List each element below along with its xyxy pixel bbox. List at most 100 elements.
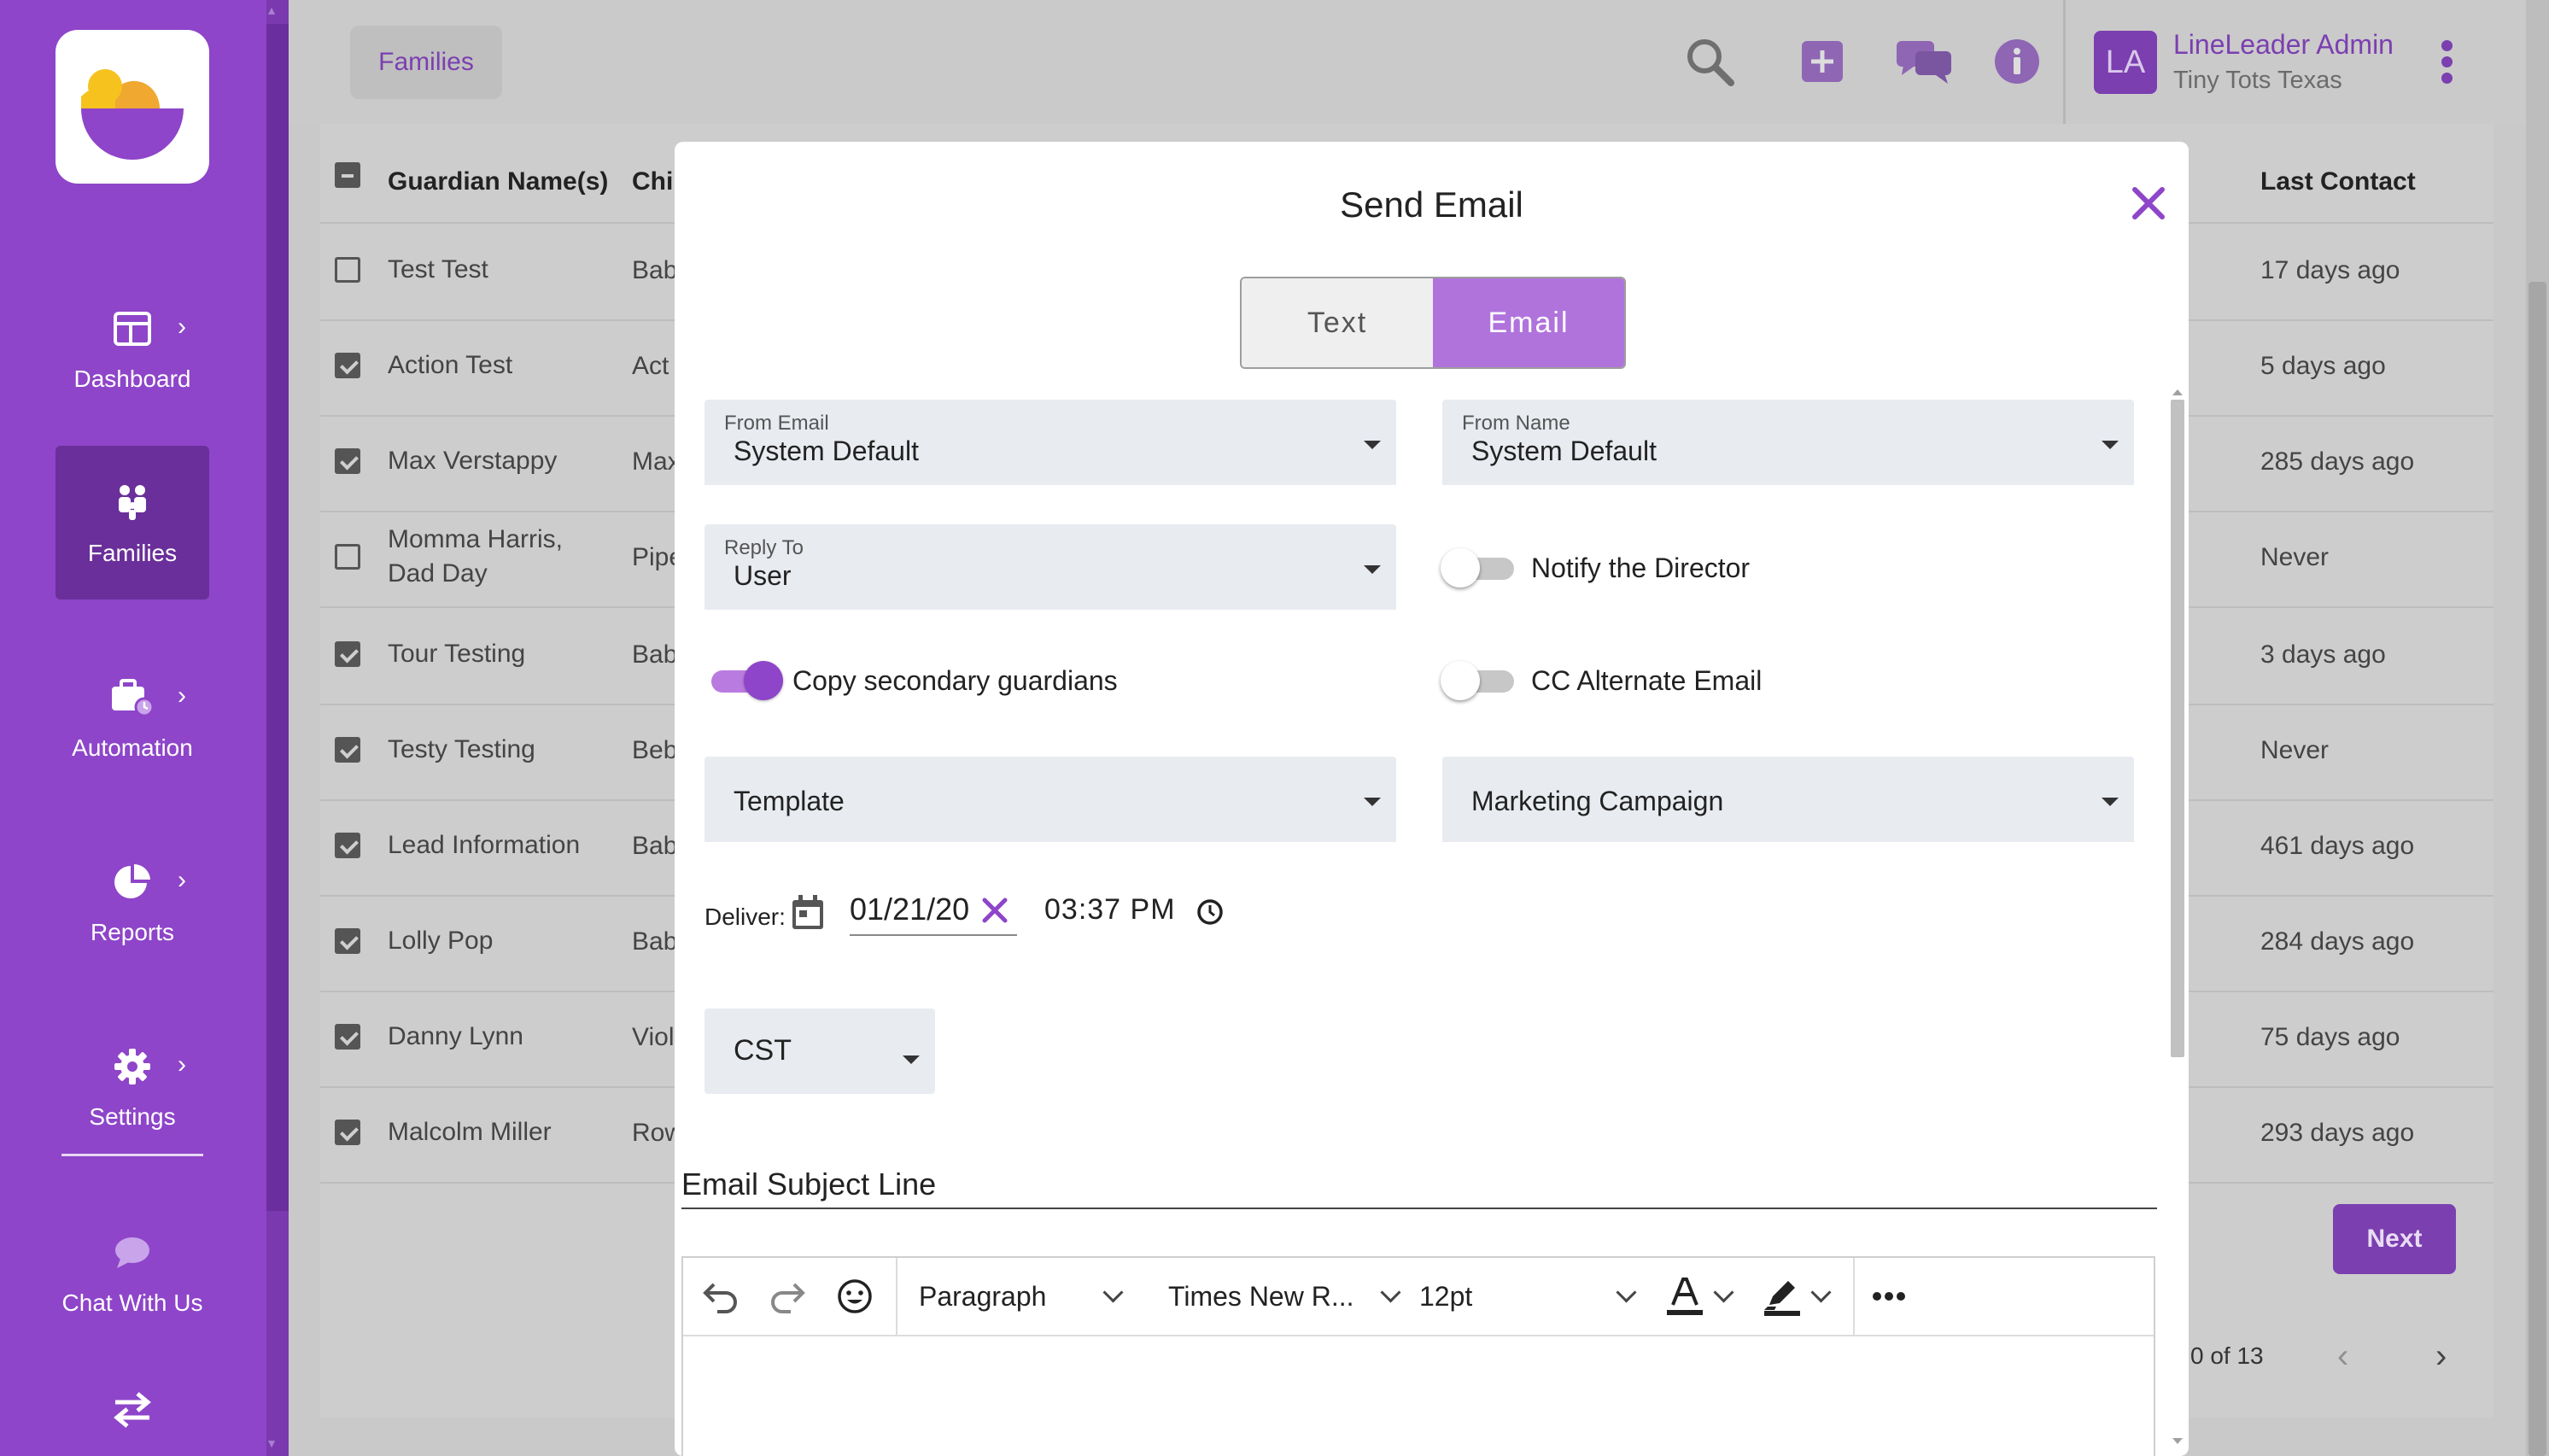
- sidebar-item-reports[interactable]: › Reports: [56, 825, 209, 979]
- row-checkbox[interactable]: [335, 1120, 360, 1145]
- copy-secondary-label: Copy secondary guardians: [792, 665, 1118, 696]
- sidebar-item-chat[interactable]: Chat With Us: [56, 1196, 209, 1349]
- sidebar-item-settings[interactable]: › Settings: [56, 1009, 209, 1163]
- notify-director-label: Notify the Director: [1531, 553, 1751, 583]
- row-checkbox[interactable]: [335, 353, 360, 378]
- last-contact-cell: 461 days ago: [2260, 832, 2415, 860]
- last-contact-cell: 293 days ago: [2260, 1119, 2415, 1147]
- child-name-cell: Beb: [632, 736, 675, 764]
- guardian-name-cell[interactable]: Lead Information: [388, 828, 580, 862]
- sidebar-scroll-down[interactable]: ▼: [260, 1436, 283, 1450]
- child-name-cell: Row: [632, 1119, 675, 1147]
- close-icon[interactable]: [2128, 183, 2169, 224]
- text-color-icon[interactable]: [1665, 1275, 1734, 1318]
- breadcrumb[interactable]: Families: [350, 26, 502, 99]
- reports-icon: [56, 859, 209, 905]
- sidebar-item-switch[interactable]: [56, 1366, 209, 1456]
- guardian-name-cell[interactable]: Tour Testing: [388, 637, 525, 671]
- deliver-date-input[interactable]: 01/21/20: [850, 886, 1017, 936]
- select-all-checkbox[interactable]: [335, 162, 360, 188]
- sidebar-item-dashboard[interactable]: › Dashboard: [56, 272, 209, 425]
- timezone-select[interactable]: CST: [704, 1009, 935, 1094]
- guardian-name-cell[interactable]: Momma Harris, Dad Day: [388, 523, 563, 591]
- next-page-icon[interactable]: ›: [2435, 1337, 2447, 1376]
- reply-to-select[interactable]: Reply To User: [704, 524, 1396, 610]
- copy-secondary-toggle[interactable]: [706, 659, 785, 702]
- send-email-modal: Send Email Text Email From Email System …: [675, 142, 2189, 1456]
- sidebar-item-label: Reports: [90, 919, 175, 945]
- block-format-select[interactable]: Paragraph: [919, 1275, 1124, 1318]
- app-logo[interactable]: [56, 30, 209, 184]
- user-name[interactable]: LineLeader Admin: [2173, 29, 2394, 61]
- guardian-name-cell[interactable]: Action Test: [388, 348, 512, 383]
- row-checkbox[interactable]: [335, 544, 360, 570]
- child-name-cell: Viol: [632, 1023, 675, 1051]
- row-checkbox[interactable]: [335, 1024, 360, 1050]
- guardian-name-cell[interactable]: Test Test: [388, 253, 488, 287]
- row-checkbox[interactable]: [335, 928, 360, 954]
- column-header-last-contact[interactable]: Last Contact: [2260, 167, 2416, 196]
- modal-scrollbar[interactable]: [2169, 389, 2186, 1444]
- redo-icon[interactable]: [769, 1275, 806, 1318]
- row-checkbox[interactable]: [335, 257, 360, 283]
- top-bar: [289, 0, 2526, 124]
- avatar[interactable]: LA: [2094, 31, 2157, 94]
- sidebar-item-label: Settings: [89, 1103, 176, 1130]
- notify-director-toggle[interactable]: [1441, 547, 1519, 589]
- last-contact-cell: 75 days ago: [2260, 1023, 2400, 1051]
- search-icon[interactable]: [1682, 34, 1737, 89]
- messages-icon[interactable]: [1894, 34, 1956, 89]
- clear-date-icon[interactable]: [978, 893, 1012, 927]
- template-select[interactable]: Template: [704, 757, 1396, 842]
- from-email-select[interactable]: From Email System Default: [704, 400, 1396, 485]
- guardian-name: Testy Testing: [388, 735, 535, 763]
- prev-page-icon[interactable]: ‹: [2337, 1337, 2348, 1376]
- more-menu-icon[interactable]: [2434, 36, 2459, 92]
- sidebar-scrollbar[interactable]: [266, 0, 289, 1456]
- sidebar-item-families[interactable]: Families: [56, 446, 209, 599]
- column-header-guardian[interactable]: Guardian Name(s): [388, 167, 608, 196]
- guardian-name-cell[interactable]: Danny Lynn: [388, 1020, 523, 1054]
- rich-text-editor[interactable]: Paragraph Times New R... 12pt: [681, 1256, 2155, 1456]
- chevron-down-icon: [1379, 1281, 1401, 1303]
- sidebar-item-label: Automation: [72, 734, 193, 761]
- clock-icon[interactable]: [1196, 898, 1225, 927]
- next-button[interactable]: Next: [2333, 1204, 2456, 1274]
- guardian-name: Action Test: [388, 351, 513, 379]
- dashboard-icon: [56, 306, 209, 352]
- row-checkbox[interactable]: [335, 641, 360, 667]
- guardian-name-cell[interactable]: Testy Testing: [388, 733, 535, 767]
- column-header-child[interactable]: Chi: [632, 167, 673, 196]
- deliver-time-input[interactable]: 03:37 PM: [1044, 893, 1176, 927]
- row-checkbox[interactable]: [335, 448, 360, 474]
- undo-icon[interactable]: [702, 1275, 740, 1318]
- more-toolbar-icon[interactable]: [1872, 1275, 1906, 1318]
- tab-email[interactable]: Email: [1433, 278, 1624, 367]
- sidebar-scroll-up[interactable]: ▲: [260, 3, 283, 17]
- guardian-name-cell[interactable]: Max Verstappy: [388, 444, 557, 478]
- last-contact-cell: 285 days ago: [2260, 447, 2415, 476]
- reply-to-label: Reply To: [724, 536, 804, 559]
- font-family-select[interactable]: Times New R...: [1168, 1275, 1401, 1318]
- guardian-name: Malcolm Miller: [388, 1118, 552, 1146]
- font-size-select[interactable]: 12pt: [1419, 1275, 1637, 1318]
- highlight-color-icon[interactable]: [1763, 1275, 1832, 1318]
- subject-placeholder: Email Subject Line: [681, 1167, 937, 1202]
- add-icon[interactable]: [1795, 34, 1850, 89]
- row-checkbox[interactable]: [335, 737, 360, 763]
- main-scrollbar[interactable]: [2526, 0, 2549, 1456]
- from-email-value: System Default: [734, 436, 919, 466]
- sidebar-item-automation[interactable]: › Automation: [56, 640, 209, 794]
- email-subject-input[interactable]: Email Subject Line: [681, 1167, 2157, 1209]
- cc-alternate-toggle[interactable]: [1441, 659, 1519, 702]
- emoji-icon[interactable]: [837, 1275, 873, 1318]
- guardian-name-cell[interactable]: Lolly Pop: [388, 924, 493, 958]
- row-checkbox[interactable]: [335, 833, 360, 858]
- from-name-select[interactable]: From Name System Default: [1442, 400, 2134, 485]
- guardian-name-cell[interactable]: Malcolm Miller: [388, 1115, 552, 1149]
- tab-text[interactable]: Text: [1242, 278, 1433, 367]
- campaign-select[interactable]: Marketing Campaign: [1442, 757, 2134, 842]
- dropdown-arrow-icon: [903, 1055, 920, 1064]
- calendar-icon[interactable]: [789, 893, 827, 933]
- info-icon[interactable]: [1990, 34, 2044, 89]
